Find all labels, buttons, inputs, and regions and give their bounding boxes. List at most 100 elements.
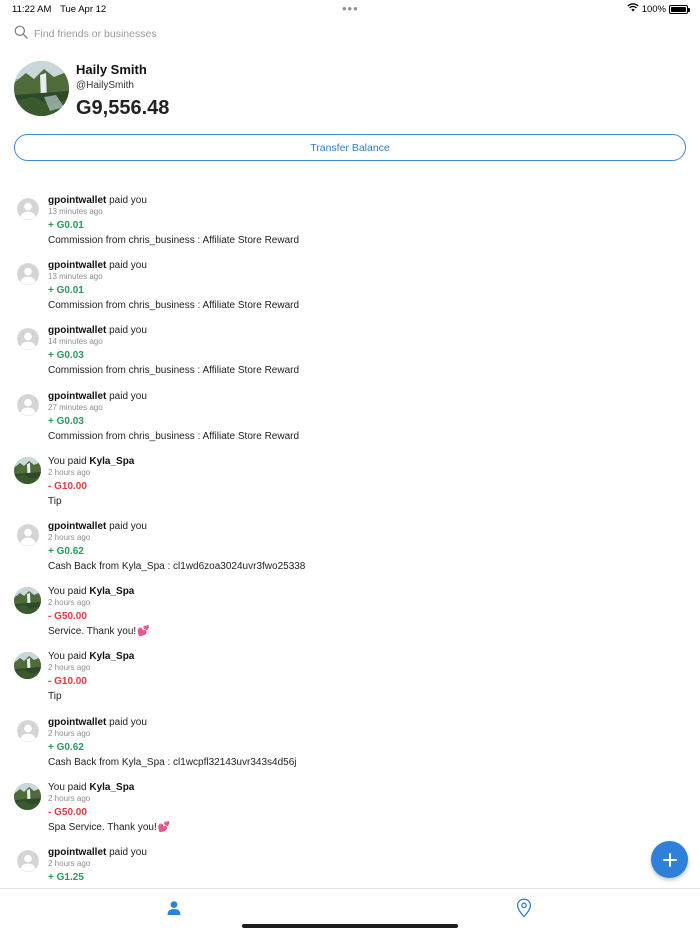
person-icon bbox=[167, 901, 181, 915]
transaction-time: 2 hours ago bbox=[48, 467, 91, 477]
transaction-amount: + G1.25 bbox=[48, 871, 84, 883]
transaction-item[interactable]: gpointwallet paid you 13 minutes ago + G0.… bbox=[0, 190, 700, 255]
transaction-note: Spa Service. Thank you!💕 bbox=[48, 822, 170, 833]
transaction-amount: + G0.01 bbox=[48, 220, 84, 231]
transaction-actor[interactable]: Kyla_Spa bbox=[89, 782, 134, 793]
transaction-title: gpointwallet paid you bbox=[48, 717, 147, 728]
default-avatar-icon[interactable] bbox=[17, 849, 39, 872]
profile-handle: @HailySmith bbox=[76, 80, 134, 91]
transaction-amount: - G10.00 bbox=[48, 676, 87, 688]
transaction-actor[interactable]: gpointwallet bbox=[48, 717, 106, 728]
search-input[interactable] bbox=[34, 28, 434, 40]
transaction-note: Tip bbox=[48, 496, 62, 507]
transaction-actor[interactable]: Kyla_Spa bbox=[89, 651, 134, 662]
transaction-title: gpointwallet paid you bbox=[48, 391, 147, 402]
transaction-note: Tip bbox=[48, 691, 62, 702]
transaction-feed[interactable]: gpointwallet paid you 13 minutes ago + G0.… bbox=[0, 190, 700, 888]
transaction-time: 2 hours ago bbox=[48, 663, 91, 673]
transaction-actor[interactable]: Kyla_Spa bbox=[89, 586, 134, 597]
tab-location[interactable] bbox=[513, 897, 535, 919]
plus-icon bbox=[662, 852, 677, 867]
transfer-balance-button[interactable]: Transfer Balance bbox=[14, 134, 686, 161]
merchant-avatar[interactable] bbox=[14, 782, 41, 810]
transaction-note-text: Tip bbox=[48, 691, 62, 703]
battery-percent: 100% bbox=[641, 3, 666, 15]
transaction-title: You paid Kyla_Spa bbox=[48, 456, 134, 467]
transaction-item[interactable]: You paid Kyla_Spa 2 hours ago - G50.00 Spa … bbox=[0, 777, 700, 842]
transaction-item[interactable]: gpointwallet paid you 2 hours ago + G0.62 C… bbox=[0, 712, 700, 777]
transaction-prefix: You paid bbox=[48, 651, 87, 663]
tab-profile[interactable] bbox=[163, 897, 185, 919]
transaction-item[interactable]: gpointwallet paid you 2 hours ago + G1.25 bbox=[0, 842, 700, 888]
transaction-note-text: Commission from chris_business : Affilia… bbox=[48, 300, 300, 312]
transaction-time: 2 hours ago bbox=[48, 598, 91, 608]
avatar[interactable] bbox=[14, 61, 69, 116]
transaction-item[interactable]: gpointwallet paid you 13 minutes ago + G0.… bbox=[0, 255, 700, 320]
transaction-verb: paid you bbox=[109, 195, 147, 206]
transaction-actor[interactable]: gpointwallet bbox=[48, 391, 106, 402]
transaction-amount: + G0.62 bbox=[48, 545, 84, 557]
transaction-title: gpointwallet paid you bbox=[48, 195, 147, 206]
transaction-actor[interactable]: gpointwallet bbox=[48, 260, 106, 271]
transaction-note-text: Service. Thank you! bbox=[48, 626, 137, 638]
transaction-amount: + G0.03 bbox=[48, 415, 84, 427]
transaction-title: You paid Kyla_Spa bbox=[48, 586, 134, 597]
transaction-actor[interactable]: gpointwallet bbox=[48, 195, 106, 206]
merchant-avatar[interactable] bbox=[14, 652, 41, 680]
heart-emoji-icon: 💕 bbox=[137, 626, 150, 638]
merchant-avatar[interactable] bbox=[14, 456, 41, 484]
transaction-title: You paid Kyla_Spa bbox=[48, 782, 134, 793]
merchant-avatar[interactable] bbox=[14, 587, 41, 615]
transaction-note: Commission from chris_business : Affilia… bbox=[48, 431, 299, 442]
transaction-actor[interactable]: gpointwallet bbox=[48, 325, 106, 336]
default-avatar-icon[interactable] bbox=[17, 523, 39, 546]
transaction-note-text: Spa Service. Thank you! bbox=[48, 821, 157, 833]
default-avatar-icon[interactable] bbox=[17, 198, 39, 220]
home-indicator bbox=[242, 924, 458, 928]
profile-name: Haily Smith bbox=[76, 62, 147, 77]
transaction-note-text: Cash Back from Kyla_Spa : cl1wd6zoa3024u… bbox=[48, 560, 306, 572]
transaction-verb: paid you bbox=[109, 390, 147, 402]
transaction-verb: paid you bbox=[109, 260, 147, 272]
transaction-time: 14 minutes ago bbox=[48, 337, 103, 347]
transaction-actor[interactable]: gpointwallet bbox=[48, 521, 106, 532]
transaction-time: 2 hours ago bbox=[48, 858, 91, 868]
transaction-prefix: You paid bbox=[48, 455, 87, 467]
status-datetime: 11:22 AM Tue Apr 12 bbox=[12, 4, 106, 15]
transaction-item[interactable]: gpointwallet paid you 2 hours ago + G0.62 C… bbox=[0, 516, 700, 581]
transaction-note: Commission from chris_business : Affilia… bbox=[48, 235, 299, 246]
default-avatar-icon[interactable] bbox=[17, 719, 39, 742]
transaction-item[interactable]: You paid Kyla_Spa 2 hours ago - G10.00 Tip bbox=[0, 451, 700, 516]
transaction-item[interactable]: gpointwallet paid you 14 minutes ago + G0.… bbox=[0, 320, 700, 385]
transaction-time: 2 hours ago bbox=[48, 532, 91, 542]
transaction-item[interactable]: gpointwallet paid you 27 minutes ago + G0.… bbox=[0, 386, 700, 451]
status-bar: 11:22 AM Tue Apr 12 ••• 100% bbox=[0, 0, 700, 18]
transaction-note: Cash Back from Kyla_Spa : cl1wd6zoa3024u… bbox=[48, 561, 305, 572]
add-button[interactable] bbox=[651, 841, 688, 878]
transaction-prefix: You paid bbox=[48, 586, 87, 598]
transaction-actor[interactable]: gpointwallet bbox=[48, 847, 106, 858]
transaction-prefix: You paid bbox=[48, 781, 87, 793]
status-indicators: 100% bbox=[627, 3, 690, 15]
transaction-actor[interactable]: Kyla_Spa bbox=[89, 456, 134, 467]
transaction-title: gpointwallet paid you bbox=[48, 260, 147, 271]
default-avatar-icon[interactable] bbox=[17, 263, 39, 286]
transaction-note: Commission from chris_business : Affilia… bbox=[48, 365, 299, 376]
multitasking-dots[interactable]: ••• bbox=[342, 1, 359, 16]
profile-header: Haily Smith @HailySmith G9,556.48 bbox=[14, 60, 684, 120]
status-time: 11:22 AM bbox=[12, 4, 52, 15]
transaction-note-text: Commission from chris_business : Affilia… bbox=[48, 365, 300, 377]
transaction-item[interactable]: You paid Kyla_Spa 2 hours ago - G50.00 Serv… bbox=[0, 581, 700, 646]
location-pin-icon bbox=[516, 898, 532, 918]
transaction-verb: paid you bbox=[109, 520, 147, 532]
account-balance: G9,556.48 bbox=[76, 97, 170, 119]
transaction-note-text: Tip bbox=[48, 495, 62, 507]
transaction-amount: - G50.00 bbox=[48, 611, 87, 623]
transaction-note: Service. Thank you!💕 bbox=[48, 626, 150, 637]
status-date: Tue Apr 12 bbox=[60, 4, 107, 15]
search-bar[interactable] bbox=[14, 24, 684, 44]
default-avatar-icon[interactable] bbox=[17, 328, 39, 351]
default-avatar-icon[interactable] bbox=[17, 393, 39, 416]
transaction-item[interactable]: You paid Kyla_Spa 2 hours ago - G10.00 Tip bbox=[0, 646, 700, 711]
transaction-amount: + G0.03 bbox=[48, 350, 84, 362]
